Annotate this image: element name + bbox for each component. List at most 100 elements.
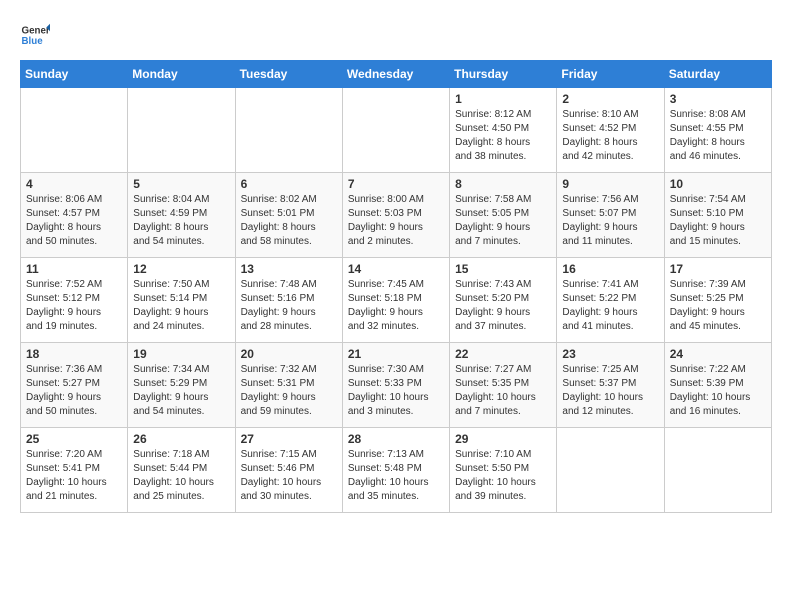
- calendar-cell: 8 Sunrise: 7:58 AM Sunset: 5:05 PM Daylig…: [450, 173, 557, 258]
- day-info: Sunrise: 7:45 AM Sunset: 5:18 PM Dayligh…: [348, 278, 444, 334]
- day-number: 10: [670, 177, 766, 191]
- day-number: 1: [455, 92, 551, 106]
- calendar-week-2: 4 Sunrise: 8:06 AM Sunset: 4:57 PM Daylig…: [21, 173, 772, 258]
- day-info: Sunrise: 7:58 AM Sunset: 5:05 PM Dayligh…: [455, 193, 551, 249]
- calendar-cell: 21 Sunrise: 7:30 AM Sunset: 5:33 PM Dayli…: [342, 343, 449, 428]
- day-info: Sunrise: 7:13 AM Sunset: 5:48 PM Dayligh…: [348, 448, 444, 504]
- calendar-cell: 28 Sunrise: 7:13 AM Sunset: 5:48 PM Dayli…: [342, 428, 449, 513]
- day-number: 21: [348, 347, 444, 361]
- day-info: Sunrise: 7:20 AM Sunset: 5:41 PM Dayligh…: [26, 448, 122, 504]
- calendar-cell: 18 Sunrise: 7:36 AM Sunset: 5:27 PM Dayli…: [21, 343, 128, 428]
- page-header: General Blue: [20, 20, 772, 50]
- day-info: Sunrise: 8:08 AM Sunset: 4:55 PM Dayligh…: [670, 108, 766, 164]
- day-info: Sunrise: 7:54 AM Sunset: 5:10 PM Dayligh…: [670, 193, 766, 249]
- day-info: Sunrise: 7:32 AM Sunset: 5:31 PM Dayligh…: [241, 363, 337, 419]
- day-number: 3: [670, 92, 766, 106]
- header-tuesday: Tuesday: [235, 61, 342, 88]
- day-number: 25: [26, 432, 122, 446]
- day-number: 7: [348, 177, 444, 191]
- header-saturday: Saturday: [664, 61, 771, 88]
- logo-icon: General Blue: [20, 20, 50, 50]
- header-wednesday: Wednesday: [342, 61, 449, 88]
- day-number: 29: [455, 432, 551, 446]
- calendar-cell: 25 Sunrise: 7:20 AM Sunset: 5:41 PM Dayli…: [21, 428, 128, 513]
- calendar-cell: 3 Sunrise: 8:08 AM Sunset: 4:55 PM Daylig…: [664, 88, 771, 173]
- calendar-cell: 13 Sunrise: 7:48 AM Sunset: 5:16 PM Dayli…: [235, 258, 342, 343]
- calendar-cell: 26Sunrise: 7:18 AM Sunset: 5:44 PM Dayli…: [128, 428, 235, 513]
- day-number: 18: [26, 347, 122, 361]
- day-number: 28: [348, 432, 444, 446]
- day-number: 24: [670, 347, 766, 361]
- calendar-cell: 27 Sunrise: 7:15 AM Sunset: 5:46 PM Dayli…: [235, 428, 342, 513]
- day-info: Sunrise: 7:39 AM Sunset: 5:25 PM Dayligh…: [670, 278, 766, 334]
- calendar-cell: [128, 88, 235, 173]
- calendar-week-4: 18 Sunrise: 7:36 AM Sunset: 5:27 PM Dayli…: [21, 343, 772, 428]
- day-number: 23: [562, 347, 658, 361]
- calendar-table: SundayMondayTuesdayWednesdayThursdayFrid…: [20, 60, 772, 513]
- day-info: Sunrise: 7:18 AM Sunset: 5:44 PM Dayligh…: [133, 448, 229, 504]
- calendar-cell: 14 Sunrise: 7:45 AM Sunset: 5:18 PM Dayli…: [342, 258, 449, 343]
- day-info: Sunrise: 8:10 AM Sunset: 4:52 PM Dayligh…: [562, 108, 658, 164]
- calendar-cell: 19 Sunrise: 7:34 AM Sunset: 5:29 PM Dayli…: [128, 343, 235, 428]
- header-friday: Friday: [557, 61, 664, 88]
- day-info: Sunrise: 7:50 AM Sunset: 5:14 PM Dayligh…: [133, 278, 229, 334]
- day-info: Sunrise: 7:34 AM Sunset: 5:29 PM Dayligh…: [133, 363, 229, 419]
- calendar-cell: 24Sunrise: 7:22 AM Sunset: 5:39 PM Dayli…: [664, 343, 771, 428]
- day-number: 15: [455, 262, 551, 276]
- day-info: Sunrise: 7:10 AM Sunset: 5:50 PM Dayligh…: [455, 448, 551, 504]
- calendar-cell: 20 Sunrise: 7:32 AM Sunset: 5:31 PM Dayli…: [235, 343, 342, 428]
- day-number: 9: [562, 177, 658, 191]
- calendar-cell: 10 Sunrise: 7:54 AM Sunset: 5:10 PM Dayli…: [664, 173, 771, 258]
- calendar-cell: [21, 88, 128, 173]
- day-number: 6: [241, 177, 337, 191]
- day-number: 27: [241, 432, 337, 446]
- day-info: Sunrise: 7:15 AM Sunset: 5:46 PM Dayligh…: [241, 448, 337, 504]
- calendar-cell: 16Sunrise: 7:41 AM Sunset: 5:22 PM Dayli…: [557, 258, 664, 343]
- svg-text:Blue: Blue: [22, 36, 44, 47]
- calendar-week-3: 11Sunrise: 7:52 AM Sunset: 5:12 PM Dayli…: [21, 258, 772, 343]
- day-info: Sunrise: 8:00 AM Sunset: 5:03 PM Dayligh…: [348, 193, 444, 249]
- day-info: Sunrise: 7:30 AM Sunset: 5:33 PM Dayligh…: [348, 363, 444, 419]
- calendar-cell: [235, 88, 342, 173]
- day-info: Sunrise: 7:27 AM Sunset: 5:35 PM Dayligh…: [455, 363, 551, 419]
- day-number: 16: [562, 262, 658, 276]
- calendar-cell: 15 Sunrise: 7:43 AM Sunset: 5:20 PM Dayli…: [450, 258, 557, 343]
- calendar-cell: [557, 428, 664, 513]
- calendar-week-5: 25 Sunrise: 7:20 AM Sunset: 5:41 PM Dayli…: [21, 428, 772, 513]
- logo: General Blue: [20, 20, 54, 50]
- calendar-cell: [664, 428, 771, 513]
- day-info: Sunrise: 8:02 AM Sunset: 5:01 PM Dayligh…: [241, 193, 337, 249]
- calendar-cell: 7 Sunrise: 8:00 AM Sunset: 5:03 PM Daylig…: [342, 173, 449, 258]
- day-info: Sunrise: 7:43 AM Sunset: 5:20 PM Dayligh…: [455, 278, 551, 334]
- day-number: 13: [241, 262, 337, 276]
- calendar-header-row: SundayMondayTuesdayWednesdayThursdayFrid…: [21, 61, 772, 88]
- calendar-cell: 2 Sunrise: 8:10 AM Sunset: 4:52 PM Daylig…: [557, 88, 664, 173]
- calendar-cell: 23 Sunrise: 7:25 AM Sunset: 5:37 PM Dayli…: [557, 343, 664, 428]
- day-info: Sunrise: 7:48 AM Sunset: 5:16 PM Dayligh…: [241, 278, 337, 334]
- day-number: 22: [455, 347, 551, 361]
- calendar-cell: 1Sunrise: 8:12 AM Sunset: 4:50 PM Daylig…: [450, 88, 557, 173]
- day-info: Sunrise: 7:52 AM Sunset: 5:12 PM Dayligh…: [26, 278, 122, 334]
- header-monday: Monday: [128, 61, 235, 88]
- calendar-cell: 11Sunrise: 7:52 AM Sunset: 5:12 PM Dayli…: [21, 258, 128, 343]
- day-info: Sunrise: 7:25 AM Sunset: 5:37 PM Dayligh…: [562, 363, 658, 419]
- day-number: 20: [241, 347, 337, 361]
- day-info: Sunrise: 8:06 AM Sunset: 4:57 PM Dayligh…: [26, 193, 122, 249]
- calendar-cell: 6 Sunrise: 8:02 AM Sunset: 5:01 PM Daylig…: [235, 173, 342, 258]
- calendar-cell: 12 Sunrise: 7:50 AM Sunset: 5:14 PM Dayli…: [128, 258, 235, 343]
- day-info: Sunrise: 8:04 AM Sunset: 4:59 PM Dayligh…: [133, 193, 229, 249]
- day-number: 12: [133, 262, 229, 276]
- day-number: 14: [348, 262, 444, 276]
- calendar-cell: 29 Sunrise: 7:10 AM Sunset: 5:50 PM Dayli…: [450, 428, 557, 513]
- day-info: Sunrise: 7:36 AM Sunset: 5:27 PM Dayligh…: [26, 363, 122, 419]
- day-number: 4: [26, 177, 122, 191]
- header-sunday: Sunday: [21, 61, 128, 88]
- calendar-cell: 4 Sunrise: 8:06 AM Sunset: 4:57 PM Daylig…: [21, 173, 128, 258]
- calendar-cell: [342, 88, 449, 173]
- svg-text:General: General: [22, 26, 51, 37]
- day-number: 2: [562, 92, 658, 106]
- calendar-cell: 9Sunrise: 7:56 AM Sunset: 5:07 PM Daylig…: [557, 173, 664, 258]
- day-number: 8: [455, 177, 551, 191]
- day-number: 19: [133, 347, 229, 361]
- day-number: 17: [670, 262, 766, 276]
